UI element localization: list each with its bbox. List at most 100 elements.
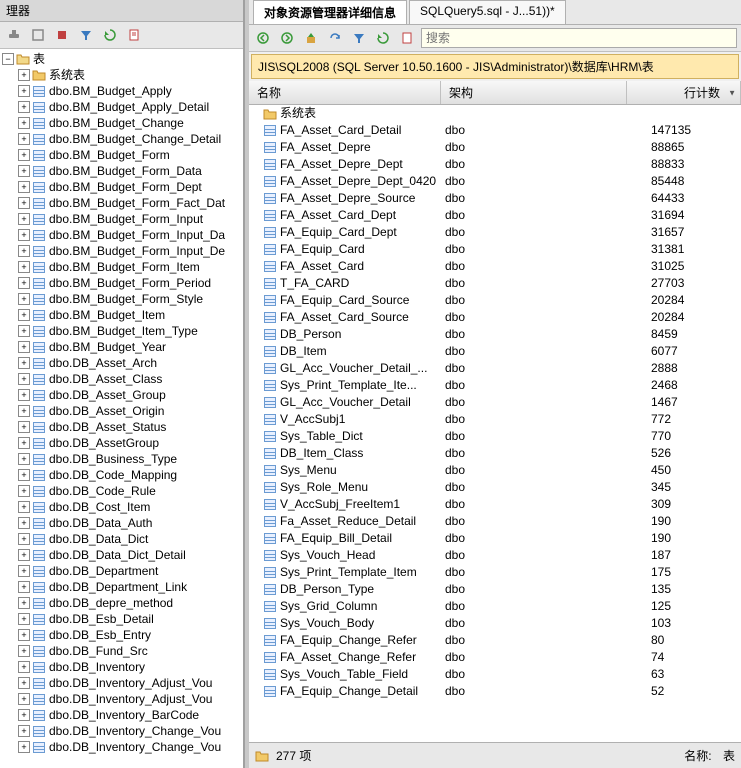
filter-icon[interactable] bbox=[349, 28, 369, 48]
grid-row-table[interactable]: V_AccSubj_FreeItem1dbo309 bbox=[249, 496, 741, 513]
expand-icon[interactable]: + bbox=[18, 453, 30, 465]
refresh-icon[interactable] bbox=[373, 28, 393, 48]
expand-icon[interactable]: + bbox=[18, 677, 30, 689]
expand-icon[interactable]: + bbox=[18, 309, 30, 321]
tree-node-table[interactable]: +dbo.DB_Department_Link bbox=[0, 579, 243, 595]
grid-row-table[interactable]: FA_Equip_Change_Referdbo80 bbox=[249, 632, 741, 649]
grid-row-table[interactable]: Sys_Print_Template_Itemdbo175 bbox=[249, 564, 741, 581]
grid-row-table[interactable]: FA_Asset_Depre_Sourcedbo64433 bbox=[249, 190, 741, 207]
expand-icon[interactable]: + bbox=[18, 549, 30, 561]
tree-node-table[interactable]: +dbo.BM_Budget_Apply_Detail bbox=[0, 99, 243, 115]
tree-node-table[interactable]: +dbo.DB_Inventory_BarCode bbox=[0, 707, 243, 723]
expand-icon[interactable]: − bbox=[2, 53, 14, 65]
tree-node-table[interactable]: +dbo.BM_Budget_Item_Type bbox=[0, 323, 243, 339]
expand-icon[interactable]: + bbox=[18, 325, 30, 337]
export-icon[interactable] bbox=[397, 28, 417, 48]
grid-row-table[interactable]: FA_Asset_Carddbo31025 bbox=[249, 258, 741, 275]
tab-sqlquery[interactable]: SQLQuery5.sql - J...51))* bbox=[409, 0, 566, 24]
tree-node-table[interactable]: +dbo.DB_Asset_Origin bbox=[0, 403, 243, 419]
grid-row-table[interactable]: FA_Equip_Card_Deptdbo31657 bbox=[249, 224, 741, 241]
grid-row-table[interactable]: FA_Asset_Depre_Deptdbo88833 bbox=[249, 156, 741, 173]
expand-icon[interactable]: + bbox=[18, 341, 30, 353]
expand-icon[interactable]: + bbox=[18, 165, 30, 177]
grid-row-table[interactable]: Sys_Grid_Columndbo125 bbox=[249, 598, 741, 615]
expand-icon[interactable]: + bbox=[18, 85, 30, 97]
object-explorer-tree[interactable]: −表+系统表+dbo.BM_Budget_Apply+dbo.BM_Budget… bbox=[0, 49, 243, 768]
column-schema[interactable]: 架构 bbox=[441, 81, 627, 104]
up-icon[interactable] bbox=[301, 28, 321, 48]
expand-icon[interactable]: + bbox=[18, 693, 30, 705]
grid-row-table[interactable]: FA_Asset_Change_Referdbo74 bbox=[249, 649, 741, 666]
tree-node-table[interactable]: +dbo.DB_Code_Mapping bbox=[0, 467, 243, 483]
expand-icon[interactable]: + bbox=[18, 277, 30, 289]
expand-icon[interactable]: + bbox=[18, 149, 30, 161]
tree-node-table[interactable]: +dbo.DB_Inventory_Adjust_Vou bbox=[0, 691, 243, 707]
expand-icon[interactable]: + bbox=[18, 293, 30, 305]
forward-icon[interactable] bbox=[277, 28, 297, 48]
back-icon[interactable] bbox=[253, 28, 273, 48]
stop-icon[interactable] bbox=[52, 25, 72, 45]
grid-row-table[interactable]: Sys_Vouch_Headdbo187 bbox=[249, 547, 741, 564]
tree-node-table[interactable]: +dbo.BM_Budget_Form_Input_De bbox=[0, 243, 243, 259]
grid-row-table[interactable]: FA_Equip_Bill_Detaildbo190 bbox=[249, 530, 741, 547]
connect-icon[interactable] bbox=[4, 25, 24, 45]
tab-details[interactable]: 对象资源管理器详细信息 bbox=[253, 0, 407, 24]
tree-node-table[interactable]: +dbo.BM_Budget_Form_Fact_Dat bbox=[0, 195, 243, 211]
expand-icon[interactable]: + bbox=[18, 661, 30, 673]
grid-row-table[interactable]: DB_Person_Typedbo135 bbox=[249, 581, 741, 598]
tree-node-table[interactable]: +dbo.DB_Code_Rule bbox=[0, 483, 243, 499]
tree-node-table[interactable]: +dbo.BM_Budget_Apply bbox=[0, 83, 243, 99]
grid-row-table[interactable]: GL_Acc_Voucher_Detaildbo1467 bbox=[249, 394, 741, 411]
expand-icon[interactable]: + bbox=[18, 373, 30, 385]
expand-icon[interactable]: + bbox=[18, 501, 30, 513]
expand-icon[interactable]: + bbox=[18, 629, 30, 641]
expand-icon[interactable]: + bbox=[18, 517, 30, 529]
grid-row-table[interactable]: Sys_Role_Menudbo345 bbox=[249, 479, 741, 496]
tree-node-table[interactable]: +dbo.DB_Department bbox=[0, 563, 243, 579]
tree-node-root[interactable]: −表 bbox=[0, 51, 243, 67]
expand-icon[interactable]: + bbox=[18, 133, 30, 145]
tree-node-table[interactable]: +dbo.BM_Budget_Form_Input_Da bbox=[0, 227, 243, 243]
tree-node-table[interactable]: +dbo.DB_Inventory_Change_Vou bbox=[0, 723, 243, 739]
grid-row-table[interactable]: FA_Equip_Card_Sourcedbo20284 bbox=[249, 292, 741, 309]
tree-node-table[interactable]: +dbo.DB_Asset_Arch bbox=[0, 355, 243, 371]
tree-node-table[interactable]: +dbo.BM_Budget_Form_Item bbox=[0, 259, 243, 275]
script-icon[interactable] bbox=[124, 25, 144, 45]
expand-icon[interactable]: + bbox=[18, 741, 30, 753]
expand-icon[interactable]: + bbox=[18, 117, 30, 129]
tree-node-table[interactable]: +dbo.DB_Asset_Class bbox=[0, 371, 243, 387]
expand-icon[interactable]: + bbox=[18, 261, 30, 273]
refresh-icon[interactable] bbox=[100, 25, 120, 45]
tree-node-table[interactable]: +dbo.DB_Fund_Src bbox=[0, 643, 243, 659]
grid-row-table[interactable]: FA_Equip_Carddbo31381 bbox=[249, 241, 741, 258]
grid-row-table[interactable]: DB_Itemdbo6077 bbox=[249, 343, 741, 360]
expand-icon[interactable]: + bbox=[18, 533, 30, 545]
grid-row-table[interactable]: DB_Persondbo8459 bbox=[249, 326, 741, 343]
tree-node-table[interactable]: +dbo.DB_Asset_Status bbox=[0, 419, 243, 435]
tree-node-table[interactable]: +dbo.DB_Inventory_Adjust_Vou bbox=[0, 675, 243, 691]
tree-node-table[interactable]: +dbo.DB_Inventory_Change_Vou bbox=[0, 739, 243, 755]
grid-body[interactable]: 系统表FA_Asset_Card_Detaildbo147135FA_Asset… bbox=[249, 105, 741, 742]
tree-node-table[interactable]: +dbo.BM_Budget_Form bbox=[0, 147, 243, 163]
expand-icon[interactable]: + bbox=[18, 581, 30, 593]
grid-row-table[interactable]: Sys_Vouch_Bodydbo103 bbox=[249, 615, 741, 632]
tree-node-table[interactable]: +dbo.DB_AssetGroup bbox=[0, 435, 243, 451]
grid-row-table[interactable]: FA_Asset_Card_Deptdbo31694 bbox=[249, 207, 741, 224]
grid-row-table[interactable]: Sys_Menudbo450 bbox=[249, 462, 741, 479]
expand-icon[interactable]: + bbox=[18, 645, 30, 657]
expand-icon[interactable]: + bbox=[18, 613, 30, 625]
expand-icon[interactable]: + bbox=[18, 181, 30, 193]
tree-node-table[interactable]: +dbo.BM_Budget_Item bbox=[0, 307, 243, 323]
grid-row-table[interactable]: FA_Asset_Card_Sourcedbo20284 bbox=[249, 309, 741, 326]
tree-node-table[interactable]: +dbo.DB_depre_method bbox=[0, 595, 243, 611]
grid-row-table[interactable]: FA_Equip_Change_Detaildbo52 bbox=[249, 683, 741, 700]
expand-icon[interactable]: + bbox=[18, 245, 30, 257]
tree-node-table[interactable]: +dbo.DB_Data_Dict bbox=[0, 531, 243, 547]
tree-node-table[interactable]: +dbo.DB_Cost_Item bbox=[0, 499, 243, 515]
expand-icon[interactable]: + bbox=[18, 437, 30, 449]
expand-icon[interactable]: + bbox=[18, 597, 30, 609]
grid-row-table[interactable]: Sys_Vouch_Table_Fielddbo63 bbox=[249, 666, 741, 683]
expand-icon[interactable]: + bbox=[18, 389, 30, 401]
grid-row-table[interactable]: FA_Asset_Card_Detaildbo147135 bbox=[249, 122, 741, 139]
column-rowcount[interactable]: ▼行计数 bbox=[627, 81, 741, 104]
